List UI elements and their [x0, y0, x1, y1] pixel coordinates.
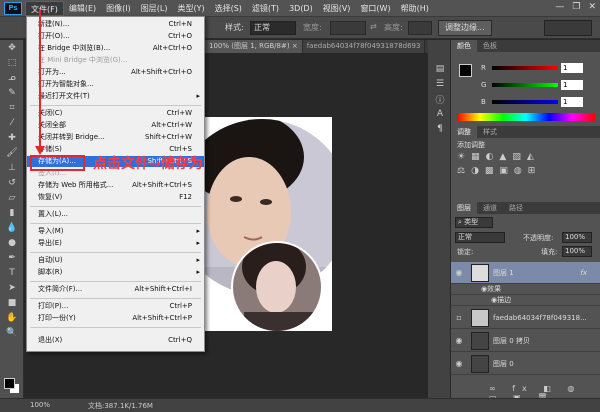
- annotation-arrow: [35, 10, 45, 155]
- annotation-label: 点击文件→储存为: [93, 156, 203, 172]
- annotation-highlight-box: [30, 155, 85, 171]
